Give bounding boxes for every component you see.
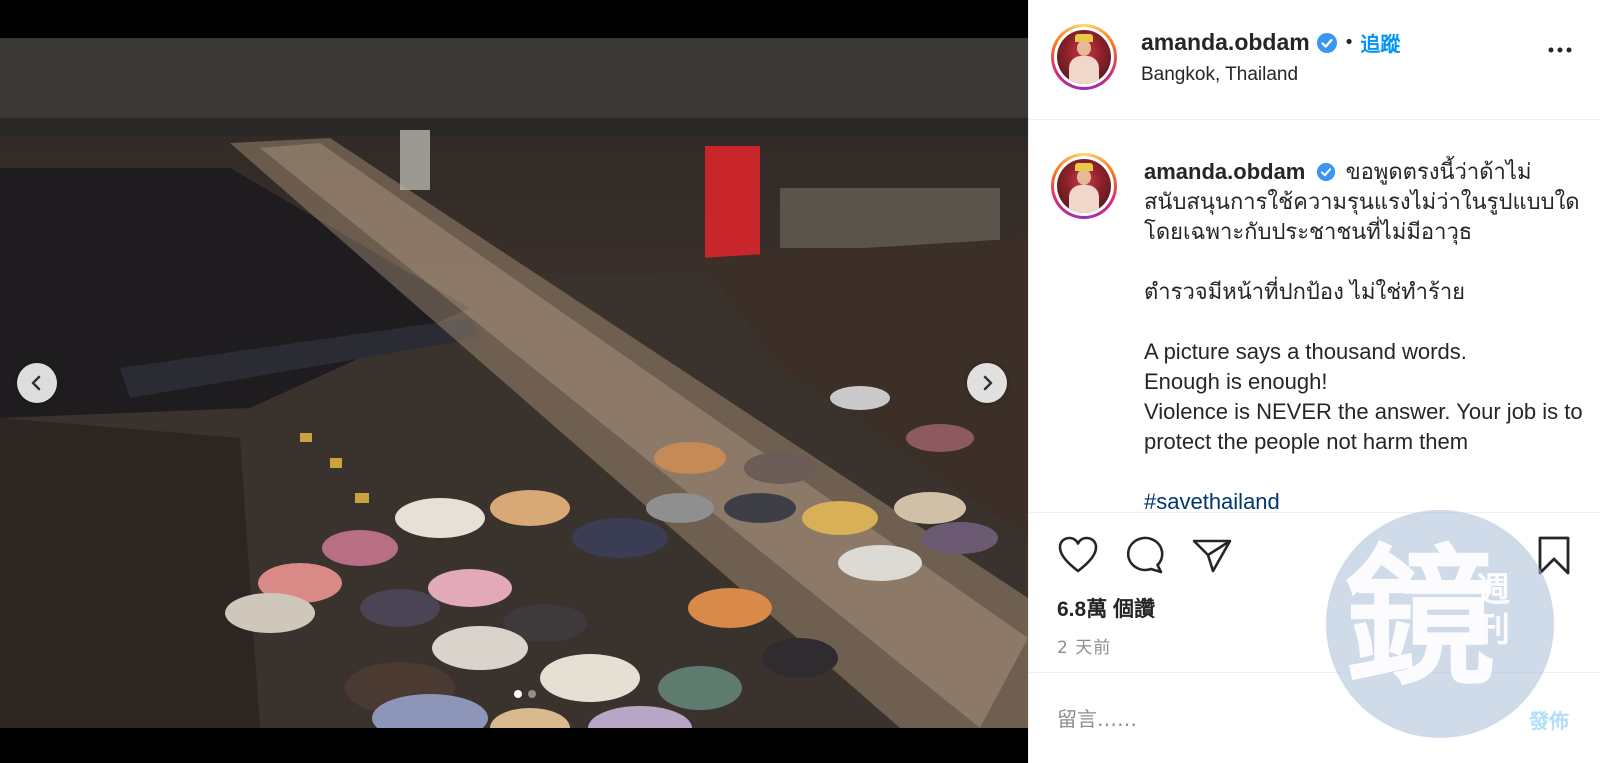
watermark-main-char: 鏡	[1344, 532, 1495, 706]
caption-thai-paragraph-2: ตำรวจมีหน้าที่ปกป้อง ไม่ใช่ทำร้าย	[1144, 279, 1466, 304]
avatar[interactable]	[1051, 24, 1117, 90]
caption-avatar[interactable]	[1051, 153, 1117, 219]
chevron-left-icon	[31, 375, 41, 391]
header-user-row: amanda.obdam • 追蹤	[1141, 28, 1400, 57]
verified-badge-icon	[1316, 32, 1337, 53]
photo-panel	[0, 0, 1028, 763]
carousel-dots	[514, 690, 536, 698]
caption-hashtag-link[interactable]: #savethailand	[1144, 487, 1584, 511]
caption-english-line-2: Enough is enough!	[1144, 369, 1328, 394]
caption-english-line-1: A picture says a thousand words.	[1144, 339, 1467, 364]
post-header: amanda.obdam • 追蹤 Bangkok, Thailand	[1029, 0, 1600, 120]
caption-english-line-3: Violence is NEVER the answer. Your job i…	[1144, 399, 1583, 454]
mirror-media-watermark-logo: 鏡 週刊	[1326, 510, 1554, 738]
username-link[interactable]: amanda.obdam	[1141, 29, 1310, 56]
follow-button[interactable]: 追蹤	[1360, 28, 1400, 57]
carousel-next-button[interactable]	[967, 363, 1007, 403]
bookmark-icon[interactable]	[1536, 535, 1572, 577]
comment-icon[interactable]	[1124, 535, 1166, 575]
share-icon[interactable]	[1191, 535, 1233, 575]
avatar-image	[1057, 159, 1111, 213]
caption-text: amanda.obdam ขอพูดตรงนี้ว่าด้าไม่สนับสนุ…	[1144, 157, 1584, 511]
verified-badge-icon	[1316, 162, 1335, 182]
location-link[interactable]: Bangkok, Thailand	[1141, 64, 1298, 86]
post-timestamp[interactable]: 2 天前	[1057, 633, 1111, 658]
heart-icon[interactable]	[1057, 535, 1099, 575]
post-photo[interactable]	[0, 38, 1028, 728]
carousel-prev-button[interactable]	[17, 363, 57, 403]
carousel-dot-1[interactable]	[514, 690, 522, 698]
carousel-dot-2[interactable]	[528, 690, 536, 698]
caption-username[interactable]: amanda.obdam	[1144, 159, 1305, 184]
more-options-icon[interactable]	[1547, 46, 1573, 54]
chevron-right-icon	[983, 375, 993, 391]
caption-area: amanda.obdam ขอพูดตรงนี้ว่าด้าไม่สนับสนุ…	[1029, 121, 1600, 511]
protest-photo-illustration	[0, 38, 1028, 728]
avatar-image	[1057, 30, 1111, 84]
post-comment-button[interactable]: 發佈	[1529, 705, 1569, 734]
likes-count[interactable]: 6.8萬 個讚	[1057, 593, 1155, 623]
separator-dot: •	[1343, 32, 1355, 53]
watermark-side-chars: 週刊	[1476, 570, 1510, 650]
